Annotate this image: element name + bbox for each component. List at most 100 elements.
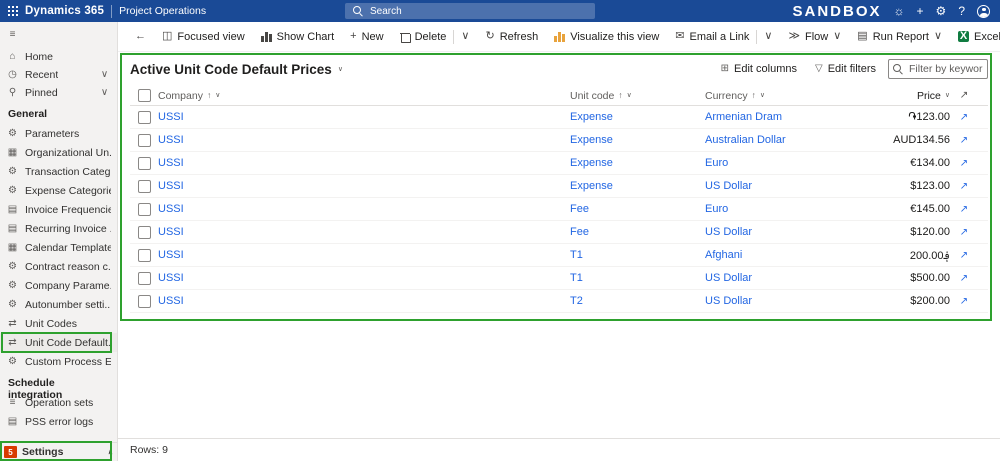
delete-button[interactable]: Delete ∨ xyxy=(393,25,477,49)
unit-code-link[interactable]: Fee xyxy=(570,203,589,215)
run-report-button[interactable]: ▤ Run Report ∨ xyxy=(850,25,949,49)
table-row[interactable]: USSI Expense Euro €134.00 ↗ xyxy=(130,152,988,175)
currency-link[interactable]: Afghani xyxy=(705,249,742,261)
row-checkbox[interactable] xyxy=(137,225,151,239)
sidebar-item-unit-code-default[interactable]: ⇄ Unit Code Default... xyxy=(0,333,117,352)
sidebar-item-autonumber-setti[interactable]: ⚙ Autonumber setti... xyxy=(0,295,117,314)
sidebar-item-contract-reason-c[interactable]: ⚙ Contract reason c... xyxy=(0,257,117,276)
sidebar-item-parameters[interactable]: ⚙ Parameters xyxy=(0,124,117,143)
edit-filters-button[interactable]: ▽ Edit filters xyxy=(809,61,882,77)
unit-code-link[interactable]: Expense xyxy=(570,180,613,192)
currency-link[interactable]: Australian Dollar xyxy=(705,134,786,146)
unit-code-link[interactable]: T1 xyxy=(570,272,583,284)
open-record-icon[interactable]: ↗ xyxy=(960,204,968,215)
sidebar-item-invoice-frequencies[interactable]: ▤ Invoice Frequencies xyxy=(0,200,117,219)
row-checkbox[interactable] xyxy=(137,248,151,262)
sidebar-item-transaction-categ[interactable]: ⚙ Transaction Categ... xyxy=(0,162,117,181)
sidebar-item-expense-categories[interactable]: ⚙ Expense Categories xyxy=(0,181,117,200)
open-record-icon[interactable]: ↗ xyxy=(960,273,968,284)
table-row[interactable]: USSI Fee Euro €145.00 ↗ xyxy=(130,198,988,221)
open-record-icon[interactable]: ↗ xyxy=(960,158,968,169)
add-button[interactable]: + xyxy=(917,5,924,17)
select-all-checkbox[interactable] xyxy=(137,89,151,102)
sidebar-item-calendar-templates[interactable]: ▦ Calendar Templates xyxy=(0,238,117,257)
sidebar-item-custom-process-e[interactable]: ⚙ Custom Process E... xyxy=(0,352,117,371)
row-checkbox[interactable] xyxy=(137,271,151,285)
table-row[interactable]: USSI Expense Armenian Dram ֏123.00 ↗ xyxy=(130,106,988,129)
app-name[interactable]: Project Operations xyxy=(119,5,206,17)
brand-title[interactable]: Dynamics 365 xyxy=(25,5,104,17)
sidebar-item-pinned[interactable]: ⚲ Pinned ∨ xyxy=(0,84,117,102)
open-record-icon[interactable]: ↗ xyxy=(960,112,968,123)
company-link[interactable]: USSI xyxy=(158,226,184,238)
focused-view-button[interactable]: ◫ Focused view xyxy=(155,25,252,49)
unit-code-link[interactable]: T1 xyxy=(570,249,583,261)
open-record-icon[interactable]: ↗ xyxy=(960,250,968,261)
open-record-icon[interactable]: ↗ xyxy=(960,227,968,238)
flow-button[interactable]: ≫ Flow ∨ xyxy=(781,25,848,49)
unit-code-link[interactable]: Expense xyxy=(570,134,613,146)
table-row[interactable]: USSI Expense US Dollar $123.00 ↗ xyxy=(130,175,988,198)
unit-code-link[interactable]: Expense xyxy=(570,111,613,123)
view-selector[interactable]: Active Unit Code Default Prices ∨ xyxy=(130,62,343,77)
unit-code-link[interactable]: Fee xyxy=(570,226,589,238)
currency-link[interactable]: US Dollar xyxy=(705,180,752,192)
table-row[interactable]: USSI T2 US Dollar $200.00 ↗ xyxy=(130,290,988,313)
currency-link[interactable]: US Dollar xyxy=(705,295,752,307)
company-link[interactable]: USSI xyxy=(158,111,184,123)
company-link[interactable]: USSI xyxy=(158,134,184,146)
person-button[interactable] xyxy=(977,4,990,18)
sidebar-item-unit-codes[interactable]: ⇄ Unit Codes xyxy=(0,314,117,333)
column-header-company[interactable]: Company ↑ ∨ xyxy=(158,90,570,102)
unit-code-link[interactable]: Expense xyxy=(570,157,613,169)
company-link[interactable]: USSI xyxy=(158,295,184,307)
refresh-button[interactable]: ↻ Refresh xyxy=(478,25,545,49)
currency-link[interactable]: Armenian Dram xyxy=(705,111,782,123)
row-checkbox[interactable] xyxy=(137,110,151,124)
company-link[interactable]: USSI xyxy=(158,249,184,261)
back-button[interactable]: ← xyxy=(128,25,153,49)
sidebar-item-home[interactable]: ⌂ Home xyxy=(0,48,117,66)
column-header-currency[interactable]: Currency ↑ ∨ xyxy=(705,90,885,102)
currency-link[interactable]: US Dollar xyxy=(705,272,752,284)
open-record-icon[interactable]: ↗ xyxy=(960,181,968,192)
show-chart-button[interactable]: Show Chart xyxy=(254,25,341,49)
sidebar-item-company-parame[interactable]: ⚙ Company Parame... xyxy=(0,276,117,295)
help-button[interactable]: ? xyxy=(958,5,965,17)
global-search-box[interactable]: Search xyxy=(345,3,595,19)
sidebar-item-pss-error-logs[interactable]: ▤ PSS error logs xyxy=(0,412,117,431)
email-a-link-button[interactable]: ✉ Email a Link ∨ xyxy=(668,25,779,49)
visualize-this-view-button[interactable]: Visualize this view xyxy=(547,25,666,49)
excel-templates-button[interactable]: Excel Templates∨ xyxy=(951,25,1000,49)
unit-code-link[interactable]: T2 xyxy=(570,295,583,307)
lightbulb-button[interactable]: ☼ xyxy=(894,5,905,17)
sidebar-item-recent[interactable]: ◷ Recent ∨ xyxy=(0,66,117,84)
row-checkbox[interactable] xyxy=(137,202,151,216)
new-button[interactable]: + New xyxy=(343,25,390,49)
company-link[interactable]: USSI xyxy=(158,157,184,169)
row-checkbox[interactable] xyxy=(137,294,151,308)
sidebar-item-organizational-un[interactable]: ▦ Organizational Un... xyxy=(0,143,117,162)
company-link[interactable]: USSI xyxy=(158,203,184,215)
sitemap-toggle-button[interactable]: ≡ xyxy=(0,22,117,48)
currency-link[interactable]: US Dollar xyxy=(705,226,752,238)
table-row[interactable]: USSI Fee US Dollar $120.00 ↗ xyxy=(130,221,988,244)
gear-button[interactable]: ⚙ xyxy=(936,5,947,17)
currency-link[interactable]: Euro xyxy=(705,157,728,169)
edit-columns-button[interactable]: ⊞ Edit columns xyxy=(715,61,803,77)
open-record-icon[interactable]: ↗ xyxy=(960,296,968,307)
sidebar-item-settings[interactable]: 5 Settings ∧ xyxy=(0,442,117,461)
row-checkbox[interactable] xyxy=(137,179,151,193)
table-row[interactable]: USSI T1 Afghani 200.00؋ ↗ xyxy=(130,244,988,267)
table-row[interactable]: USSI Expense Australian Dollar AUD134.56… xyxy=(130,129,988,152)
table-row[interactable]: USSI T1 US Dollar $500.00 ↗ xyxy=(130,267,988,290)
row-checkbox[interactable] xyxy=(137,156,151,170)
row-checkbox[interactable] xyxy=(137,133,151,147)
column-header-unit-code[interactable]: Unit code ↑ ∨ xyxy=(570,90,705,102)
sidebar-item-recurring-invoice[interactable]: ▤ Recurring Invoice ... xyxy=(0,219,117,238)
company-link[interactable]: USSI xyxy=(158,272,184,284)
waffle-icon[interactable] xyxy=(8,6,18,16)
currency-link[interactable]: Euro xyxy=(705,203,728,215)
company-link[interactable]: USSI xyxy=(158,180,184,192)
column-header-price[interactable]: Price ∨ xyxy=(885,90,950,102)
